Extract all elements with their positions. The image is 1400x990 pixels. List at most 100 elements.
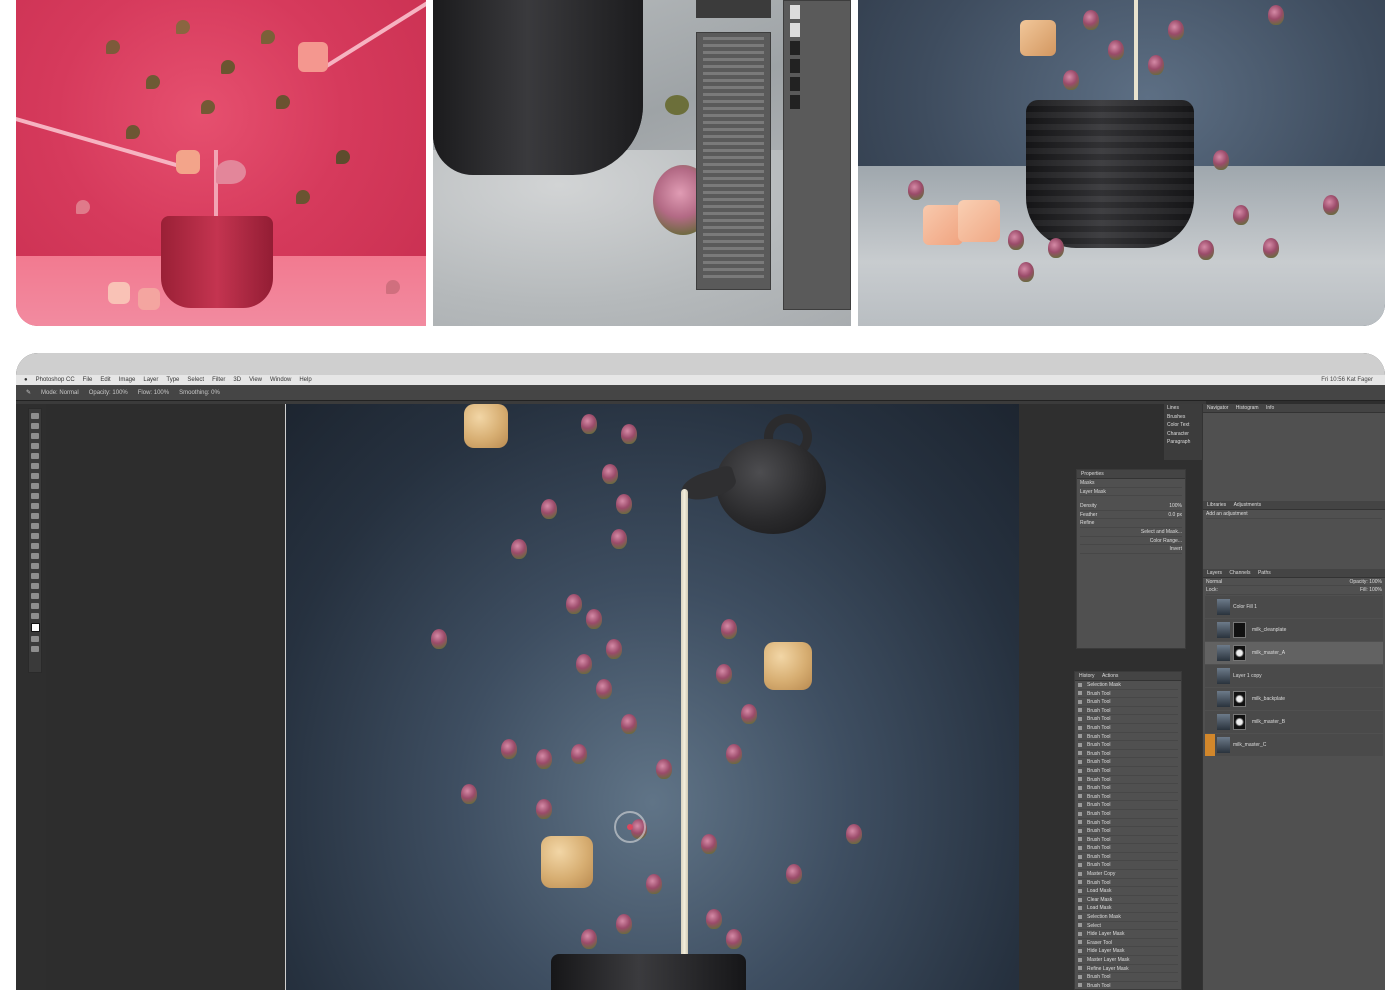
lasso-tool-icon[interactable] (31, 433, 39, 439)
history-item[interactable]: Select (1078, 922, 1178, 931)
layer-row[interactable]: milk_backplate (1205, 687, 1383, 710)
history-item[interactable]: Brush Tool (1078, 793, 1178, 802)
tab-histogram[interactable]: Histogram (1236, 405, 1259, 411)
history-item[interactable]: Brush Tool (1078, 819, 1178, 828)
dodge-tool-icon[interactable] (31, 543, 39, 549)
history-item[interactable]: Brush Tool (1078, 853, 1178, 862)
history-item[interactable]: Master Layer Mask (1078, 956, 1178, 965)
history-item[interactable]: Master Copy (1078, 870, 1178, 879)
blur-tool-icon[interactable] (31, 533, 39, 539)
adjustment-icons[interactable] (1203, 519, 1385, 569)
history-item[interactable]: Selection Mask (1078, 681, 1178, 690)
option-opacity[interactable]: Opacity: 100% (89, 390, 128, 396)
history-item[interactable]: Brush Tool (1078, 973, 1178, 982)
history-item[interactable]: Brush Tool (1078, 801, 1178, 810)
eraser-tool-icon[interactable] (31, 513, 39, 519)
quick-mask-icon[interactable] (31, 636, 39, 642)
zoom-tool-icon[interactable] (31, 603, 39, 609)
layer-opacity[interactable]: Opacity: 100% (1349, 578, 1382, 586)
option-flow[interactable]: Flow: 100% (138, 390, 169, 396)
tab-layers[interactable]: Layers (1207, 570, 1222, 576)
tab-history[interactable]: History (1079, 673, 1095, 679)
tab-actions[interactable]: Actions (1102, 673, 1118, 679)
select-and-mask-button[interactable]: Select and Mask... (1080, 528, 1182, 537)
brush-tool-icon[interactable] (31, 483, 39, 489)
menu-edit[interactable]: Edit (100, 377, 110, 383)
history-item[interactable]: Brush Tool (1078, 690, 1178, 699)
history-item[interactable]: Brush Tool (1078, 758, 1178, 767)
history-item[interactable]: Hide Layer Mask (1078, 930, 1178, 939)
history-item[interactable]: Brush Tool (1078, 982, 1178, 989)
type-tool-icon[interactable] (31, 563, 39, 569)
move-tool-icon[interactable] (31, 413, 39, 419)
history-item[interactable]: Load Mask (1078, 904, 1178, 914)
quick-select-tool-icon[interactable] (31, 443, 39, 449)
panel-character[interactable]: Character (1167, 430, 1199, 439)
invert-button[interactable]: Invert (1080, 545, 1182, 554)
history-item[interactable]: Brush Tool (1078, 861, 1178, 871)
menu-image[interactable]: Image (119, 377, 136, 383)
layer-row[interactable]: Color Fill 1 (1205, 595, 1383, 618)
history-item[interactable]: Brush Tool (1078, 810, 1178, 819)
layer-row-selected[interactable]: milk_master_A (1205, 641, 1383, 664)
history-item[interactable]: Eraser Tool (1078, 939, 1178, 948)
menu-layer[interactable]: Layer (143, 377, 158, 383)
properties-title[interactable]: Properties (1077, 470, 1185, 479)
tab-info[interactable]: Info (1266, 405, 1274, 411)
menu-view[interactable]: View (249, 377, 262, 383)
history-item[interactable]: Brush Tool (1078, 836, 1178, 845)
history-item[interactable]: Brush Tool (1078, 827, 1178, 836)
marquee-tool-icon[interactable] (31, 423, 39, 429)
pen-tool-icon[interactable] (31, 553, 39, 559)
feather-value[interactable]: 0.0 px (1168, 511, 1182, 519)
layer-row[interactable]: milk_cleanplate (1205, 618, 1383, 641)
history-item[interactable]: Brush Tool (1078, 879, 1178, 888)
history-item[interactable]: Brush Tool (1078, 707, 1178, 716)
layer-row[interactable]: milk_master_B (1205, 710, 1383, 733)
menu-app[interactable]: Photoshop CC (36, 377, 75, 383)
screen-mode-icon[interactable] (31, 646, 39, 652)
path-select-tool-icon[interactable] (31, 573, 39, 579)
menu-file[interactable]: File (83, 377, 93, 383)
history-item[interactable]: Clear Mask (1078, 896, 1178, 905)
panel-color-text[interactable]: Color Text (1167, 421, 1199, 430)
brush-icon[interactable]: ✎ (26, 389, 31, 396)
option-mode[interactable]: Mode: Normal (41, 390, 79, 396)
panel-lines[interactable]: Lines (1167, 404, 1199, 413)
history-item[interactable]: Brush Tool (1078, 776, 1178, 785)
history-item[interactable]: Brush Tool (1078, 724, 1178, 733)
crop-tool-icon[interactable] (31, 453, 39, 459)
menu-filter[interactable]: Filter (212, 377, 225, 383)
history-item[interactable]: Brush Tool (1078, 698, 1178, 707)
document-canvas[interactable] (286, 404, 1019, 990)
history-item[interactable]: Brush Tool (1078, 715, 1178, 724)
history-item[interactable]: Load Mask (1078, 887, 1178, 896)
density-value[interactable]: 100% (1169, 502, 1182, 510)
foreground-background-color-icon[interactable] (30, 623, 40, 632)
history-item[interactable]: Refine Layer Mask (1078, 965, 1178, 974)
tab-libraries[interactable]: Libraries (1207, 502, 1226, 508)
panel-paragraph[interactable]: Paragraph (1167, 438, 1199, 447)
history-brush-tool-icon[interactable] (31, 503, 39, 509)
shape-tool-icon[interactable] (31, 583, 39, 589)
panel-brushes[interactable]: Brushes (1167, 413, 1199, 422)
apple-icon[interactable]: ● (24, 377, 28, 383)
hand-tool-icon[interactable] (31, 593, 39, 599)
layer-row[interactable]: milk_master_C (1205, 733, 1383, 756)
properties-mode[interactable]: Masks (1080, 479, 1182, 488)
color-range-button[interactable]: Color Range... (1080, 537, 1182, 546)
history-item[interactable]: Brush Tool (1078, 741, 1178, 750)
healing-tool-icon[interactable] (31, 473, 39, 479)
menu-3d[interactable]: 3D (233, 377, 241, 383)
history-item[interactable]: Hide Layer Mask (1078, 947, 1178, 956)
clone-stamp-tool-icon[interactable] (31, 493, 39, 499)
option-smoothing[interactable]: Smoothing: 0% (179, 390, 220, 396)
tab-paths[interactable]: Paths (1258, 570, 1271, 576)
gradient-tool-icon[interactable] (31, 523, 39, 529)
menu-help[interactable]: Help (299, 377, 311, 383)
menu-window[interactable]: Window (270, 377, 291, 383)
layer-fill[interactable]: Fill: 100% (1360, 586, 1382, 594)
blend-mode-select[interactable]: Normal (1206, 579, 1222, 585)
tab-adjustments[interactable]: Adjustments (1234, 502, 1262, 508)
history-item[interactable]: Brush Tool (1078, 844, 1178, 853)
